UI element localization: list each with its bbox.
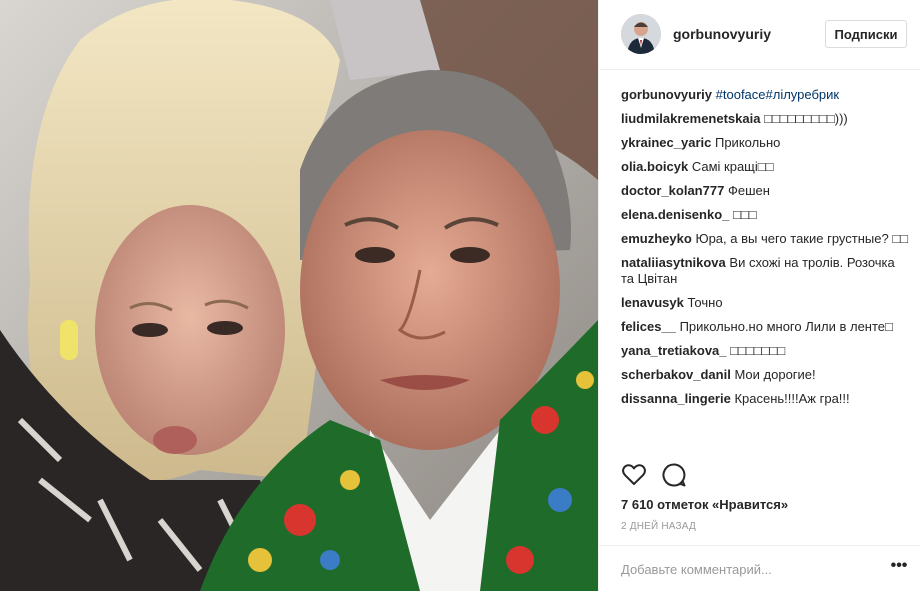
- selfie-photo: [0, 0, 598, 591]
- comment-author[interactable]: ykrainec_yaric: [621, 135, 711, 150]
- post-actions: [621, 462, 911, 488]
- comment-text: Мои дорогие!: [734, 367, 816, 382]
- comment-item: doctor_kolan777 Фешен: [621, 183, 911, 199]
- comment-text: Юра, а вы чего такие грустные? □□: [695, 231, 909, 246]
- comment-author[interactable]: dissanna_lingerie: [621, 391, 731, 406]
- comment-author[interactable]: elena.denisenko_: [621, 207, 729, 222]
- comment-author[interactable]: scherbakov_danil: [621, 367, 731, 382]
- comment-item: emuzheyko Юра, а вы чего такие грустные?…: [621, 231, 911, 247]
- comment-item: liudmilakremenetskaia □□□□□□□□□))): [621, 111, 911, 127]
- post-author-username[interactable]: gorbunovyuriy: [673, 26, 771, 42]
- avatar[interactable]: [621, 14, 661, 54]
- comment-text: □□□: [733, 207, 757, 222]
- comment-item: felices__ Прикольно.но много Лили в лент…: [621, 319, 911, 335]
- comment-text: Фешен: [727, 183, 770, 198]
- comment-text: □□□□□□□: [730, 343, 786, 358]
- post-timestamp[interactable]: 2 ДНЕЙ НАЗАД: [621, 521, 696, 532]
- likes-count[interactable]: 7 610 отметок «Нравится»: [621, 497, 788, 512]
- comment-item: olia.boicyk Самі кращі□□: [621, 159, 911, 175]
- comment-item: elena.denisenko_ □□□: [621, 207, 911, 223]
- comment-author[interactable]: liudmilakremenetskaia: [621, 111, 760, 126]
- comment-author[interactable]: olia.boicyk: [621, 159, 688, 174]
- comment-author[interactable]: emuzheyko: [621, 231, 692, 246]
- user-avatar-icon: [621, 14, 661, 54]
- comment-text: □□□□□□□□□))): [764, 111, 848, 126]
- comment-author[interactable]: lenavusyk: [621, 295, 684, 310]
- comment-item: dissanna_lingerie Красень!!!!Аж гра!!!: [621, 391, 911, 407]
- comment-text: Красень!!!!Аж гра!!!: [734, 391, 850, 406]
- comments-list: gorbunovyuriy #tooface#лілуребрик liudmi…: [621, 87, 911, 415]
- comment-input[interactable]: [621, 558, 871, 580]
- comment-item: yana_tretiakova_ □□□□□□□: [621, 343, 911, 359]
- comment-item: lenavusyk Точно: [621, 295, 911, 311]
- comment-icon[interactable]: [661, 462, 687, 488]
- comment-author[interactable]: doctor_kolan777: [621, 183, 724, 198]
- comment-item: nataliiasytnikova Ви схожі на тролів. Ро…: [621, 255, 911, 287]
- post-header: gorbunovyuriy Подписки: [599, 0, 920, 70]
- comment-text: Самі кращі□□: [691, 159, 774, 174]
- caption-hashtags[interactable]: #tooface#лілуребрик: [716, 87, 839, 102]
- heart-icon[interactable]: [621, 462, 647, 488]
- comment-text: Прикольно: [714, 135, 781, 150]
- following-button[interactable]: Подписки: [825, 20, 907, 48]
- comment-author[interactable]: yana_tretiakova_: [621, 343, 727, 358]
- comment-author[interactable]: felices__: [621, 319, 676, 334]
- caption-author[interactable]: gorbunovyuriy: [621, 87, 712, 102]
- caption: gorbunovyuriy #tooface#лілуребрик: [621, 87, 911, 103]
- comment-text: Точно: [687, 295, 723, 310]
- post-side-panel: gorbunovyuriy Подписки gorbunovyuriy #to…: [598, 0, 920, 591]
- comment-item: ykrainec_yaric Прикольно: [621, 135, 911, 151]
- comment-item: scherbakov_danil Мои дорогие!: [621, 367, 911, 383]
- post-photo[interactable]: [0, 0, 598, 591]
- more-options-button[interactable]: •••: [889, 558, 909, 578]
- comment-author[interactable]: nataliiasytnikova: [621, 255, 726, 270]
- add-comment-section: •••: [599, 545, 920, 591]
- comment-text: Прикольно.но много Лили в ленте□: [679, 319, 893, 334]
